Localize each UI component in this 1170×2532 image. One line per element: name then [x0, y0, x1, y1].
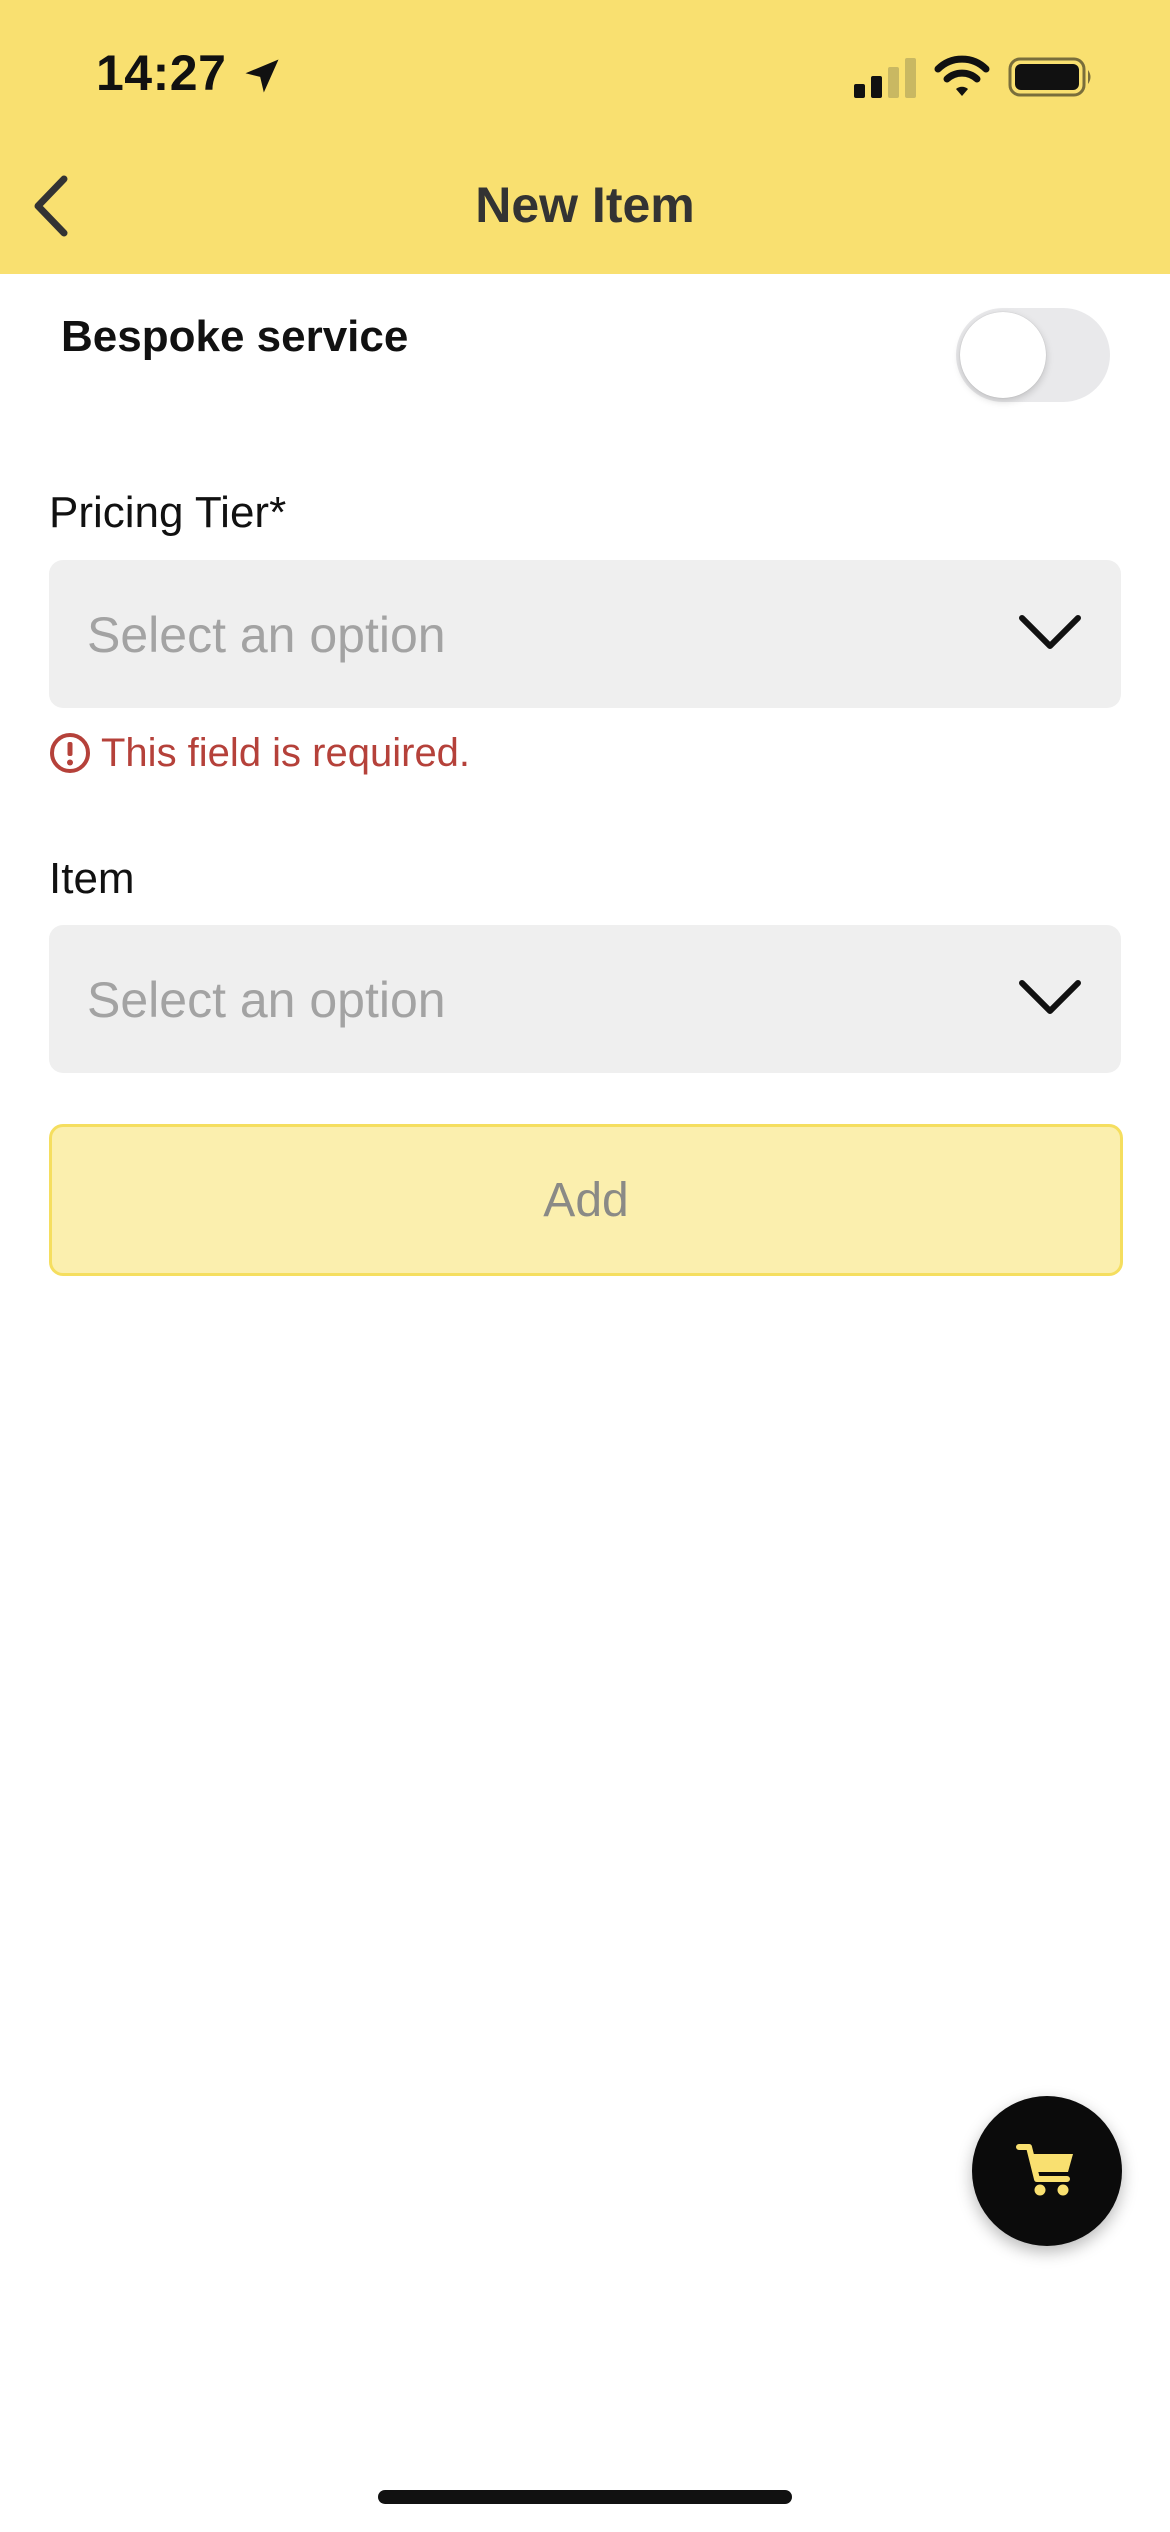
- status-time: 14:27: [96, 45, 227, 101]
- home-indicator[interactable]: [378, 2490, 792, 2504]
- chevron-down-icon: [1019, 980, 1081, 1014]
- location-arrow-icon: [245, 59, 279, 93]
- chevron-down-icon: [1019, 615, 1081, 649]
- bespoke-service-label: Bespoke service: [61, 312, 409, 361]
- pricing-tier-error: This field is required.: [49, 728, 470, 778]
- error-message: This field is required.: [101, 730, 471, 775]
- item-select[interactable]: Select an option: [49, 925, 1121, 1073]
- pricing-tier-placeholder: Select an option: [87, 607, 446, 663]
- cart-icon: [1016, 2144, 1073, 2196]
- alert-circle-icon: [50, 733, 90, 773]
- top-bar: 14:27 New Item: [0, 0, 1170, 274]
- toggle-knob: [960, 312, 1046, 398]
- add-button[interactable]: Add: [49, 1124, 1123, 1276]
- item-placeholder: Select an option: [87, 972, 446, 1028]
- add-button-label: Add: [543, 1173, 629, 1227]
- cellular-signal-icon: [854, 58, 916, 98]
- bespoke-service-row: Bespoke service: [0, 300, 1170, 410]
- battery-icon: [1008, 57, 1091, 97]
- cart-button[interactable]: [972, 2096, 1122, 2246]
- bespoke-service-toggle[interactable]: [956, 308, 1110, 402]
- wifi-icon: [934, 55, 990, 96]
- item-label: Item: [49, 854, 135, 903]
- new-item-screen: 14:27 New Item Bespoke service Pricing T…: [0, 0, 1170, 2532]
- pricing-tier-label: Pricing Tier*: [49, 488, 287, 537]
- pricing-tier-select[interactable]: Select an option: [49, 560, 1121, 708]
- page-title: New Item: [475, 177, 695, 233]
